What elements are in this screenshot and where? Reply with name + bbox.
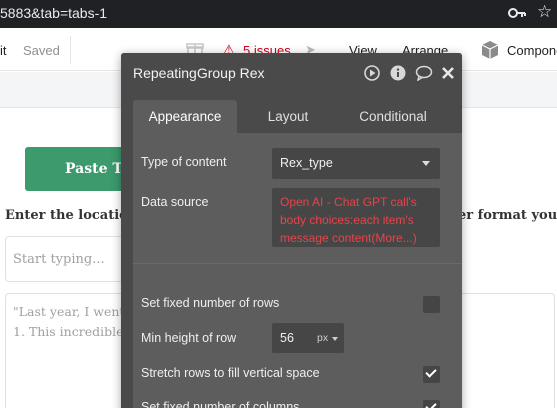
key-icon[interactable] (508, 6, 526, 20)
tab-layout[interactable]: Layout (251, 100, 325, 133)
tab-conditional[interactable]: Conditional (343, 100, 443, 133)
min-height-input[interactable]: 56 px (272, 323, 344, 353)
palette-title: RepeatingGroup Rex (133, 65, 265, 81)
tab-appearance[interactable]: Appearance (133, 100, 237, 133)
chevron-down-icon (332, 337, 338, 341)
data-source-label: Data source (141, 195, 209, 209)
info-icon[interactable] (390, 65, 406, 81)
stretch-rows-checkbox[interactable] (423, 366, 440, 383)
stretch-rows-label: Stretch rows to fill vertical space (141, 366, 320, 380)
cube-icon[interactable] (480, 40, 500, 60)
section-divider (133, 263, 462, 264)
fixed-columns-label: Set fixed number of columns (141, 400, 300, 408)
property-editor-palette[interactable]: RepeatingGroup Rex Appearance Layout Con… (121, 53, 462, 408)
location-search-input[interactable]: Start typing... (5, 236, 130, 282)
format-instruction-text: er format you h (458, 208, 557, 223)
type-of-content-dropdown[interactable]: Rex_type (272, 148, 440, 179)
fixed-rows-checkbox[interactable] (423, 296, 440, 313)
play-icon[interactable] (364, 65, 380, 81)
type-of-content-value: Rex_type (280, 156, 333, 170)
type-of-content-label: Type of content (141, 155, 227, 169)
url-text[interactable]: 5883&tab=tabs-1 (0, 5, 107, 21)
min-height-value: 56 (280, 331, 294, 345)
data-source-expression[interactable]: Open AI - Chat GPT call's body choices:e… (272, 188, 440, 247)
data-source-line: body choices:each item's (280, 213, 414, 227)
components-menu[interactable]: Compone (507, 43, 557, 58)
fixed-columns-checkbox[interactable] (423, 400, 440, 408)
data-source-line: message content(More...) (280, 231, 417, 245)
textarea-line: 1. This incredible. (13, 324, 128, 339)
checkmark-icon (425, 366, 437, 378)
toolbar-divider (70, 36, 71, 64)
chevron-down-icon (422, 161, 430, 166)
edit-menu-fragment[interactable]: it (0, 43, 7, 58)
browser-url-bar: 5883&tab=tabs-1 ☆ (0, 0, 557, 28)
min-height-label: Min height of row (141, 331, 237, 345)
palette-header[interactable]: RepeatingGroup Rex (121, 53, 462, 93)
checkmark-icon (425, 400, 437, 408)
min-height-unit[interactable]: px (317, 332, 328, 344)
data-source-line: Open AI - Chat GPT call's (280, 195, 417, 209)
fixed-rows-label: Set fixed number of rows (141, 296, 280, 310)
saved-status: Saved (23, 43, 60, 58)
appearance-panel: Type of content Rex_type Data source Ope… (133, 133, 462, 408)
close-icon[interactable] (441, 65, 455, 81)
palette-tabs: Appearance Layout Conditional (121, 93, 462, 133)
comment-icon[interactable] (415, 65, 433, 81)
textarea-line: "Last year, I went t (13, 304, 134, 319)
star-icon[interactable]: ☆ (537, 2, 552, 22)
